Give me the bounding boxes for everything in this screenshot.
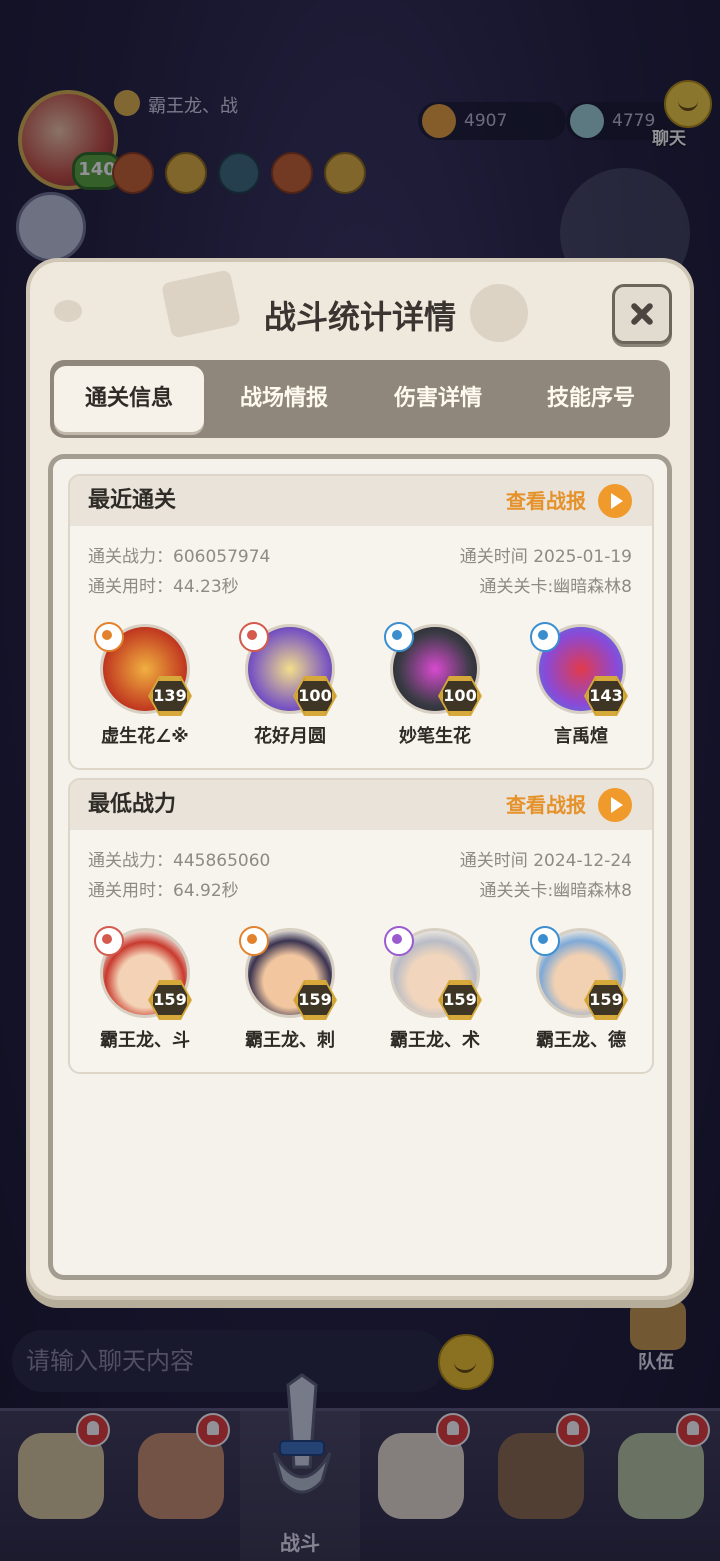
view-report-label: 查看战报: [506, 489, 586, 513]
close-icon[interactable]: [612, 284, 672, 344]
element-icon: [239, 622, 269, 652]
clear-stage: 通关关卡:幽暗森林8: [479, 577, 632, 597]
element-icon: [384, 926, 414, 956]
tab-battlefield-intel[interactable]: 战场情报: [209, 366, 359, 432]
card-title: 最低战力: [88, 792, 177, 817]
hero-name: 花好月圆: [254, 726, 326, 747]
hero-name: 霸王龙、术: [390, 1030, 480, 1051]
clear-power: 通关战力：445865060: [88, 851, 271, 871]
hero-name: 霸王龙、刺: [245, 1030, 335, 1051]
card-header: 最近通关 查看战报: [70, 476, 652, 526]
element-icon: [94, 926, 124, 956]
clear-date: 通关时间 2024-12-24: [459, 851, 632, 871]
hero-name: 妙笔生花: [399, 726, 471, 747]
card-title: 最近通关: [88, 488, 177, 513]
view-report-label: 查看战报: [506, 793, 586, 817]
battle-stats-modal: 战斗统计详情 通关信息 战场情报 伤害详情 技能序号 最近通关 查看战报 通关战…: [30, 262, 690, 1296]
hero-name: 言禹煊: [554, 726, 608, 747]
hero-name: 虚生花∠※: [101, 726, 189, 747]
hero-name: 霸王龙、德: [536, 1030, 626, 1051]
clear-power: 通关战力：606057974: [88, 547, 271, 567]
clear-time: 通关用时：44.23秒: [88, 577, 239, 597]
hero-name: 霸王龙、斗: [100, 1030, 190, 1051]
view-report-button[interactable]: 查看战报: [506, 788, 632, 822]
element-icon: [530, 622, 560, 652]
tab-clear-info[interactable]: 通关信息: [54, 366, 204, 432]
element-icon: [94, 622, 124, 652]
clear-date: 通关时间 2025-01-19: [459, 547, 632, 567]
play-icon: [598, 484, 632, 518]
element-icon: [239, 926, 269, 956]
tab-damage-details[interactable]: 伤害详情: [363, 366, 513, 432]
clear-time: 通关用时：64.92秒: [88, 881, 239, 901]
view-report-button[interactable]: 查看战报: [506, 484, 632, 518]
clear-stage: 通关关卡:幽暗森林8: [479, 881, 632, 901]
card-header: 最低战力 查看战报: [70, 780, 652, 830]
element-icon: [530, 926, 560, 956]
recent-clear-card: 最近通关 查看战报 通关战力：606057974 通关用时：44.23秒 通关时…: [68, 474, 654, 770]
tab-skill-order[interactable]: 技能序号: [516, 366, 666, 432]
tab-bar: 通关信息 战场情报 伤害详情 技能序号: [50, 360, 670, 438]
modal-title: 战斗统计详情: [263, 298, 456, 336]
content-panel: 最近通关 查看战报 通关战力：606057974 通关用时：44.23秒 通关时…: [48, 454, 672, 1280]
play-icon: [598, 788, 632, 822]
element-icon: [384, 622, 414, 652]
lowest-power-card: 最低战力 查看战报 通关战力：445865060 通关用时：64.92秒 通关时…: [68, 778, 654, 1074]
